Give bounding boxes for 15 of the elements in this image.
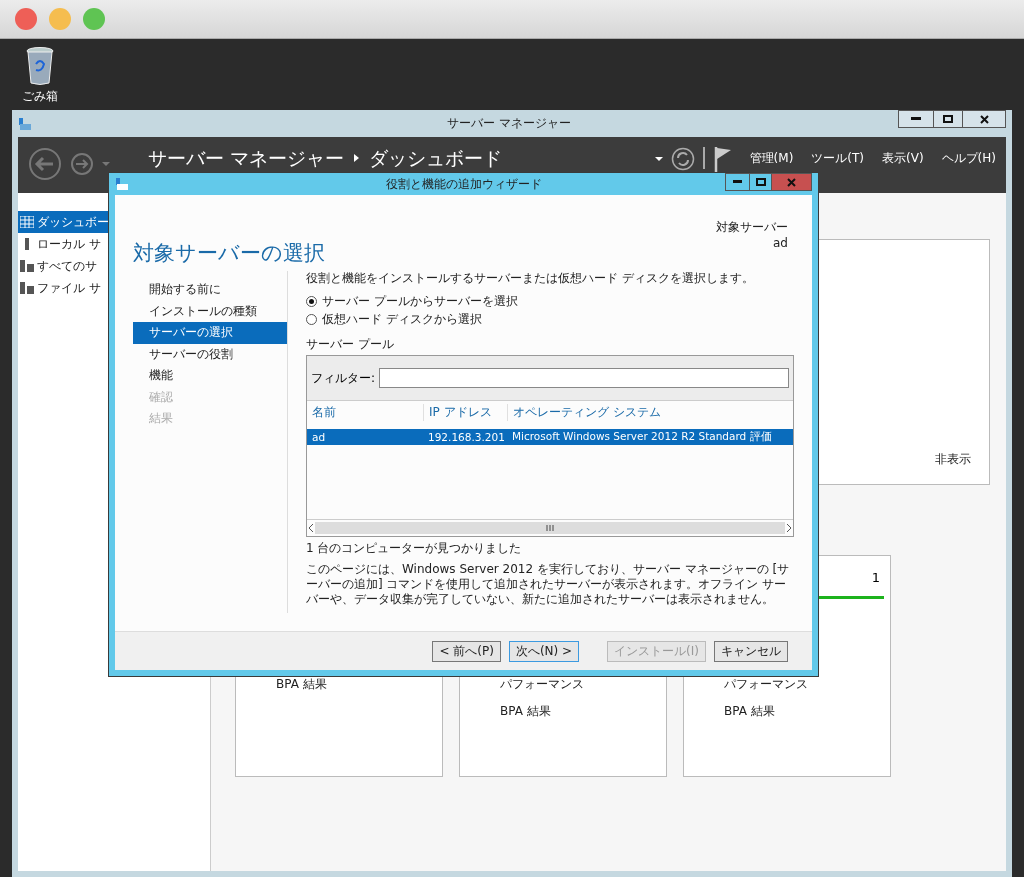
page-heading: 対象サーバーの選択 <box>133 240 325 265</box>
window-title: サーバー マネージャー <box>446 115 572 132</box>
filter-label: フィルター: <box>311 369 376 387</box>
table-cell-text: 192.168.3.201 <box>427 431 506 443</box>
table-cell-text: Microsoft Windows Server 2012 R2 Standard 評価 <box>511 430 773 444</box>
count-label: 1 <box>871 570 880 585</box>
dialog-title: 役割と機能の追加ウィザード <box>384 175 543 193</box>
target-server-value: ad <box>773 236 788 250</box>
table-cell-text: ad <box>311 431 327 443</box>
trash-label: ごみ箱 <box>22 88 58 105</box>
note-text: このページには、Windows Server 2012 を実行しており、サーバー マネージャーの [サーバーの追加] コマンドを使用して追加されたサーバーが表示されます。オフライン サーバーや、データ収集が完了していない、新たに追加されたサーバーは表示されません。 <box>306 562 791 607</box>
instruction-text: 役割と機能をインストールするサーバーまたは仮想ハード ディスクを選択します。 <box>306 271 755 286</box>
section-title: サーバー プール <box>306 336 395 353</box>
result-count-text: 1 台のコンピューターが見つかりました <box>306 540 523 557</box>
target-server-label: 対象サーバー <box>716 219 788 236</box>
